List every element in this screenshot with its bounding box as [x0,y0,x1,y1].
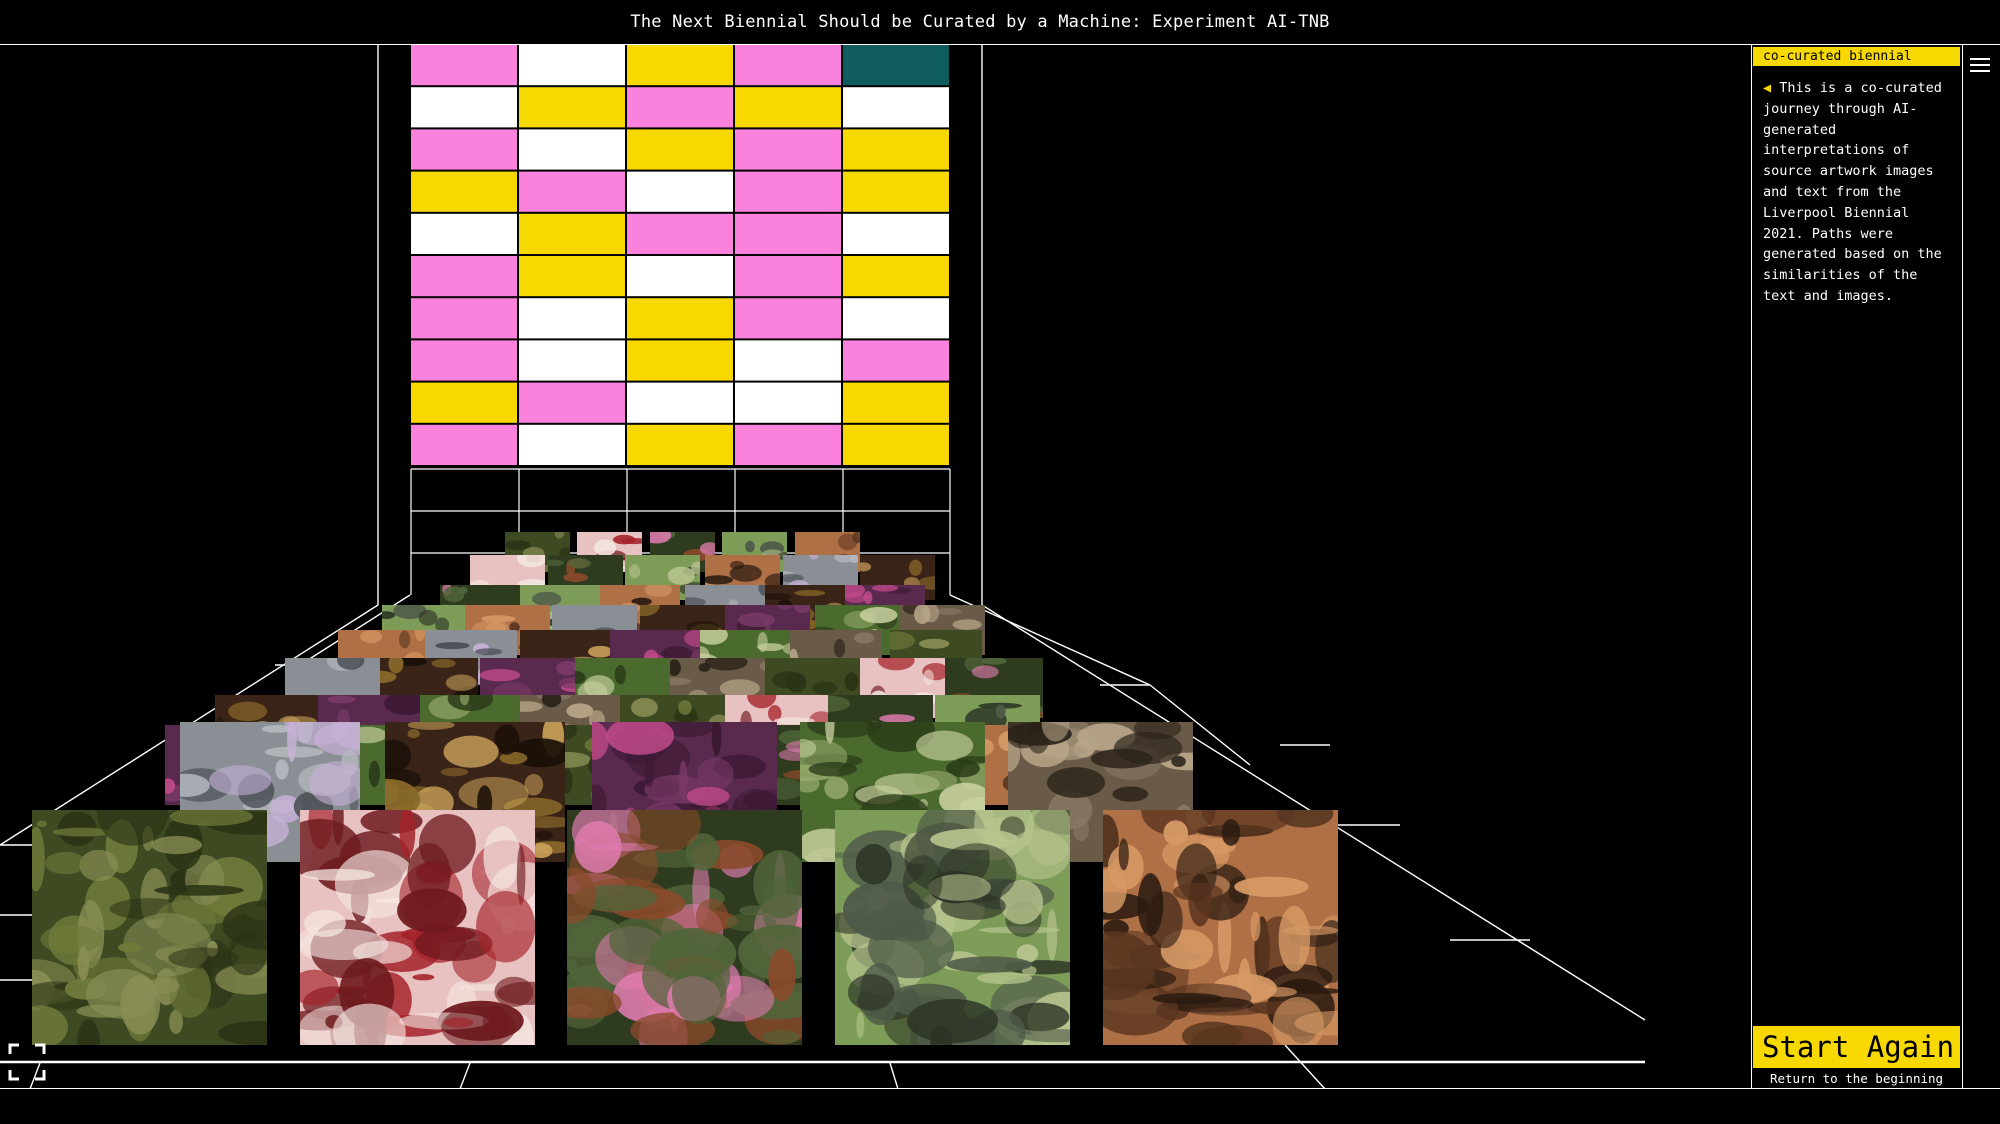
grid-cell [735,382,841,423]
grid-cell [411,340,517,381]
grid-cell [411,256,517,297]
grid-cell [843,298,949,339]
grid-cell [735,340,841,381]
hamburger-icon[interactable] [1970,54,1990,74]
grid-cell [843,171,949,212]
start-again-button[interactable]: Start Again [1753,1026,1960,1068]
grid-cell [627,171,733,212]
grid-cell [519,298,625,339]
grid-cell [843,382,949,423]
fullscreen-icon[interactable] [8,1043,46,1081]
grid-cell [735,171,841,212]
panel-description: ◀ This is a co-curated journey through A… [1763,78,1953,307]
front-artwork-tiles [0,782,1381,1067]
grid-cell [519,382,625,423]
grid-cell [735,298,841,339]
pink-flesh-figures-artwork[interactable] [279,790,571,1066]
perspective-grid [0,45,1646,1089]
grid-cell [519,340,625,381]
hands-marimba-artwork[interactable] [1072,787,1381,1059]
bottom-divider [0,1088,2000,1089]
grid-cell [519,424,625,465]
grid-cell [411,171,517,212]
color-grid [411,45,949,465]
grid-cell [519,129,625,170]
grid-cell [735,213,841,254]
page-title: The Next Biennial Should be Curated by a… [630,12,1330,32]
grid-cell [627,298,733,339]
furry-creature-artwork[interactable] [813,790,1101,1062]
panel-tab-label[interactable]: co-curated biennial [1753,47,1960,66]
grid-cell [843,129,949,170]
grid-cell [519,45,625,86]
maze-hedge-artwork[interactable] [0,782,311,1067]
grid-cell [843,45,949,86]
start-again-sublabel: Return to the beginning [1769,1071,1944,1086]
gallery-stage[interactable] [0,45,1750,1089]
grid-cell [411,382,517,423]
grid-cell [735,256,841,297]
grid-cell [735,424,841,465]
left-arrow-icon: ◀ [1763,80,1772,96]
grid-cell [627,129,733,170]
grid-cell [627,45,733,86]
grid-cell [735,129,841,170]
grid-cell [843,256,949,297]
grid-cell [411,213,517,254]
grid-cell [627,424,733,465]
grid-cell [627,213,733,254]
grid-cell [843,424,949,465]
grid-cell [411,298,517,339]
grid-cell [519,213,625,254]
description-text: This is a co-curated journey through AI-… [1763,80,1950,304]
grid-cell [735,45,841,86]
grid-cell [411,129,517,170]
grid-cell [627,382,733,423]
grid-cell [627,340,733,381]
grid-cell [411,45,517,86]
grid-cell [735,87,841,128]
grid-cell [843,87,949,128]
grid-cell [627,256,733,297]
grid-cell [519,171,625,212]
grid-cell [411,424,517,465]
grid-cell [627,87,733,128]
top-bar: The Next Biennial Should be Curated by a… [0,0,2000,45]
grid-cell [843,340,949,381]
grid-cell [519,87,625,128]
grid-cell [843,213,949,254]
grid-cell [519,256,625,297]
neon-sign-map-artwork[interactable] [544,795,831,1067]
grid-cell [411,87,517,128]
